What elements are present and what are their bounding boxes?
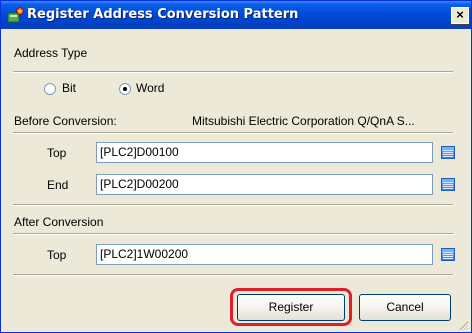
before-end-browse-button[interactable] xyxy=(439,174,457,195)
after-conversion-divider xyxy=(13,233,453,235)
radio-bit-circle[interactable] xyxy=(44,83,56,95)
title-bar[interactable]: Register Address Conversion Pattern × xyxy=(1,1,471,29)
before-top-label: Top xyxy=(47,146,67,160)
address-browse-icon xyxy=(441,146,455,159)
before-top-browse-button[interactable] xyxy=(439,142,457,163)
bottom-divider xyxy=(13,274,453,276)
after-conversion-label: After Conversion xyxy=(14,215,104,229)
register-button[interactable]: Register xyxy=(237,294,345,321)
after-top-label: Top xyxy=(47,248,67,262)
radio-word-circle[interactable] xyxy=(119,83,131,95)
device-name: Mitsubishi Electric Corporation Q/QnA S.… xyxy=(192,114,415,128)
address-browse-icon xyxy=(441,178,455,191)
address-pattern-icon xyxy=(7,7,24,23)
address-conversion-dialog: Register Address Conversion Pattern × Ad… xyxy=(0,0,472,333)
before-end-field[interactable]: [PLC2]D00200 xyxy=(96,174,433,195)
resize-grip-icon[interactable] xyxy=(457,319,469,331)
cancel-button[interactable]: Cancel xyxy=(359,294,451,321)
window-title: Register Address Conversion Pattern xyxy=(27,7,299,22)
address-browse-icon xyxy=(441,248,455,261)
radio-word-label[interactable]: Word xyxy=(136,81,164,95)
before-conversion-label: Before Conversion: xyxy=(14,114,117,128)
before-conversion-divider xyxy=(13,132,453,134)
close-button[interactable]: × xyxy=(451,7,469,24)
address-type-divider xyxy=(13,71,453,73)
before-end-label: End xyxy=(47,178,69,192)
after-top-field[interactable]: [PLC2]1W00200 xyxy=(96,244,433,265)
after-top-browse-button[interactable] xyxy=(439,244,457,265)
radio-bit-label[interactable]: Bit xyxy=(62,81,76,95)
address-type-label: Address Type xyxy=(14,46,88,60)
section-divider xyxy=(13,204,453,206)
close-icon: × xyxy=(456,7,464,22)
before-top-field[interactable]: [PLC2]D00100 xyxy=(96,142,433,163)
